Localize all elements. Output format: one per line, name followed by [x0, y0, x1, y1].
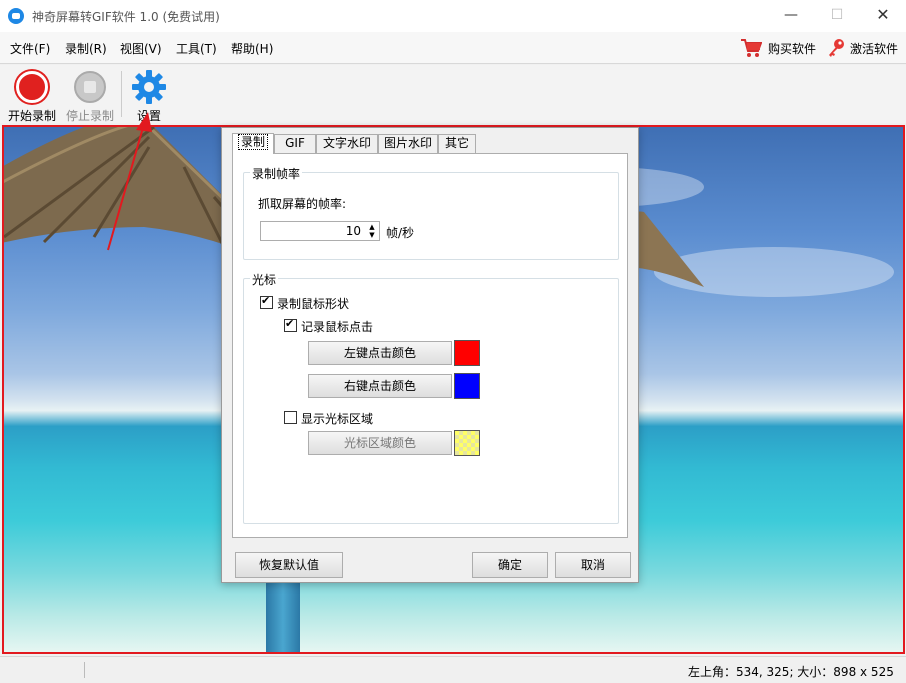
tab-record-label: 录制	[238, 134, 268, 150]
tab-gif[interactable]: GIF	[274, 134, 316, 153]
start-record-button[interactable]: 开始录制	[4, 69, 60, 121]
stop-icon	[74, 71, 106, 103]
record-cursor-shape-checkbox[interactable]	[260, 296, 273, 309]
cursor-area-color-button[interactable]: 光标区域颜色	[308, 431, 452, 455]
tab-other[interactable]: 其它	[438, 134, 476, 153]
spin-up-icon[interactable]: ▲	[367, 223, 377, 231]
left-click-color-swatch[interactable]	[454, 340, 480, 366]
tab-text-watermark[interactable]: 文字水印	[316, 134, 378, 153]
cursor-group-title: 光标	[250, 271, 278, 288]
record-icon	[16, 71, 48, 103]
status-bar: 左上角：534, 325; 大小：898 x 525	[0, 656, 906, 683]
fps-group: 录制帧率 抓取屏幕的帧率: 10 ▲ ▼ 帧/秒	[243, 172, 619, 260]
menu-file[interactable]: 文件(F)	[10, 40, 50, 57]
left-click-color-button[interactable]: 左键点击颜色	[308, 341, 452, 365]
menu-tools[interactable]: 工具(T)	[176, 40, 217, 57]
fps-group-title: 录制帧率	[250, 165, 302, 182]
tab-record[interactable]: 录制	[232, 133, 274, 154]
spin-arrows[interactable]: ▲ ▼	[367, 223, 377, 239]
restore-defaults-button[interactable]: 恢复默认值	[235, 552, 343, 578]
gear-icon	[131, 69, 167, 105]
fps-value: 10	[346, 224, 361, 238]
activate-software-label: 激活软件	[850, 40, 898, 57]
tab-image-watermark[interactable]: 图片水印	[378, 134, 438, 153]
show-cursor-area-label: 显示光标区域	[301, 410, 373, 427]
annotation-arrow	[100, 110, 160, 260]
cursor-area-color-swatch[interactable]	[454, 430, 480, 456]
cancel-button[interactable]: 取消	[555, 552, 631, 578]
record-cursor-shape-label: 录制鼠标形状	[277, 295, 349, 312]
ok-button[interactable]: 确定	[472, 552, 548, 578]
minimize-button[interactable]: —	[768, 0, 814, 32]
buy-software-label: 购买软件	[768, 40, 816, 57]
start-record-label: 开始录制	[4, 107, 60, 124]
shopping-cart-icon	[740, 38, 762, 58]
window-title: 神奇屏幕转GIF软件 1.0 (免费试用)	[32, 8, 220, 25]
settings-dialog: 录制 GIF 文字水印 图片水印 其它 录制帧率 抓取屏幕的帧率: 10 ▲ ▼…	[221, 127, 639, 583]
show-cursor-area-checkbox[interactable]	[284, 411, 297, 424]
status-region-info: 左上角：534, 325; 大小：898 x 525	[688, 663, 894, 680]
tab-panel-record: 录制帧率 抓取屏幕的帧率: 10 ▲ ▼ 帧/秒 光标 录制鼠标形状 记录鼠标点…	[232, 153, 628, 538]
cursor-group: 光标 录制鼠标形状 记录鼠标点击 左键点击颜色 右键点击颜色 显示光标区域 光标…	[243, 278, 619, 524]
fps-spinbox[interactable]: 10 ▲ ▼	[260, 221, 380, 241]
key-icon	[826, 38, 846, 58]
record-mouse-click-checkbox[interactable]	[284, 319, 297, 332]
right-click-color-swatch[interactable]	[454, 373, 480, 399]
menu-bar: 文件(F) 录制(R) 视图(V) 工具(T) 帮助(H) 购买软件 激活软件	[0, 32, 906, 64]
menu-view[interactable]: 视图(V)	[120, 40, 162, 57]
fps-label: 抓取屏幕的帧率:	[258, 195, 346, 212]
fps-unit: 帧/秒	[386, 224, 414, 241]
status-separator	[84, 662, 85, 678]
menu-record[interactable]: 录制(R)	[65, 40, 107, 57]
record-mouse-click-label: 记录鼠标点击	[301, 318, 373, 335]
title-bar: 神奇屏幕转GIF软件 1.0 (免费试用) — ☐ ✕	[0, 0, 906, 32]
menu-help[interactable]: 帮助(H)	[231, 40, 273, 57]
app-icon	[8, 8, 24, 24]
right-click-color-button[interactable]: 右键点击颜色	[308, 374, 452, 398]
spin-down-icon[interactable]: ▼	[367, 231, 377, 239]
maximize-button[interactable]: ☐	[814, 0, 860, 32]
close-button[interactable]: ✕	[860, 0, 906, 32]
